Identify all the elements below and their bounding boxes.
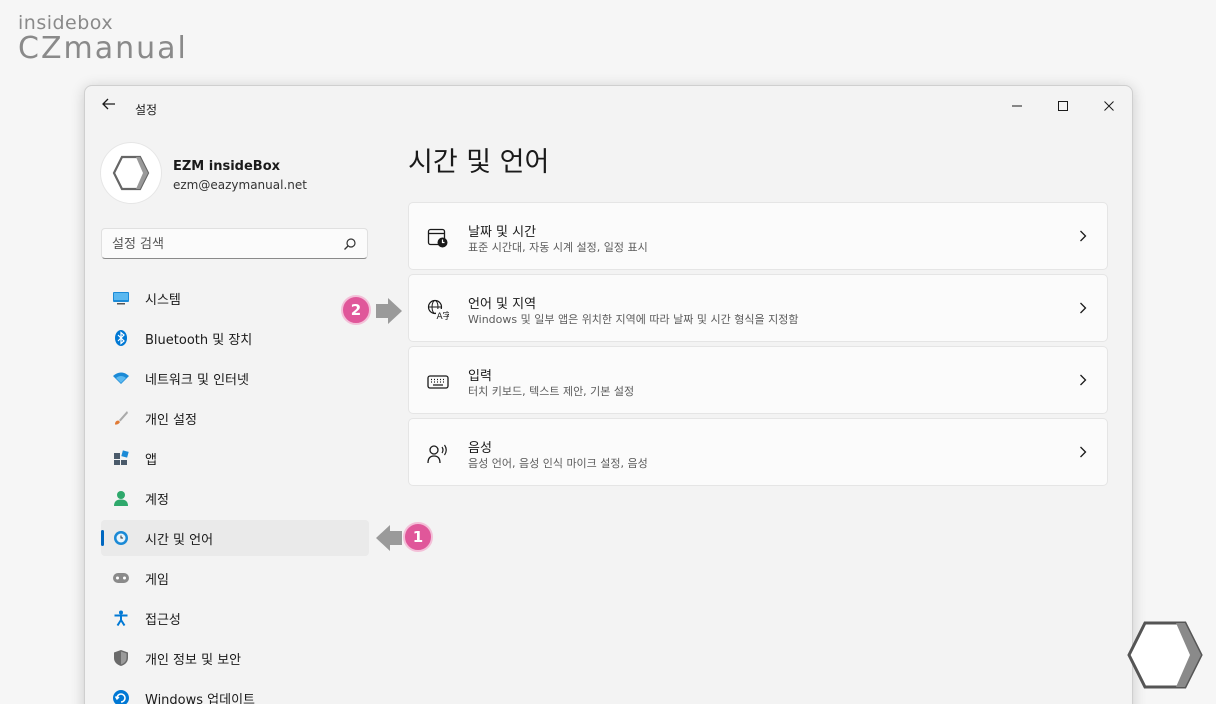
maximize-icon: [1058, 101, 1068, 111]
sidebar-item-accessibility[interactable]: 접근성: [101, 600, 369, 636]
card-title: 언어 및 지역: [468, 297, 537, 312]
wifi-icon: [113, 370, 129, 386]
card-date-time[interactable]: 날짜 및 시간 표준 시간대, 자동 시계 설정, 일정 표시: [408, 202, 1108, 270]
annotation-badge-2: 2: [341, 295, 371, 325]
calendar-clock-icon: [427, 228, 448, 248]
brand-logo: insidebox CZmanual: [18, 12, 188, 64]
sidebar-item-label: 개인 설정: [145, 412, 197, 428]
maximize-button[interactable]: [1040, 91, 1086, 121]
sidebar-item-time-language[interactable]: 시간 및 언어: [101, 520, 369, 556]
sidebar-item-windows-update[interactable]: Windows 업데이트: [101, 680, 369, 704]
card-title: 입력: [468, 369, 492, 384]
close-icon: [1104, 101, 1114, 111]
sidebar-item-apps[interactable]: 앱: [101, 440, 369, 476]
sidebar-item-gaming[interactable]: 게임: [101, 560, 369, 596]
shield-icon: [113, 650, 129, 666]
keyboard-icon: [427, 375, 449, 389]
annotation-arrow-right-icon: [376, 298, 402, 324]
card-typing[interactable]: 입력 터치 키보드, 텍스트 제안, 기본 설정: [408, 346, 1108, 414]
sidebar-item-bluetooth[interactable]: Bluetooth 및 장치: [101, 320, 369, 356]
page-title: 시간 및 언어: [408, 147, 550, 178]
card-language-region[interactable]: A字 언어 및 지역 Windows 및 일부 앱은 위치한 지역에 따라 날짜…: [408, 274, 1108, 342]
sidebar-item-label: 접근성: [145, 612, 181, 628]
accessibility-icon: [113, 610, 129, 626]
sidebar-item-label: Windows 업데이트: [145, 692, 256, 704]
sidebar-item-label: Bluetooth 및 장치: [145, 332, 253, 348]
language-icon: A字: [427, 299, 449, 321]
sidebar-item-label: 계정: [145, 492, 169, 508]
sidebar-item-label: 시스템: [145, 292, 181, 308]
update-icon: [113, 690, 129, 704]
sidebar-item-privacy[interactable]: 개인 정보 및 보안: [101, 640, 369, 676]
chevron-right-icon: [1080, 374, 1087, 386]
search-input[interactable]: [112, 234, 332, 254]
card-description: 음성 언어, 음성 인식 마이크 설정, 음성: [468, 457, 648, 470]
apps-icon: [113, 450, 129, 466]
annotation-badge-1: 1: [403, 522, 433, 552]
bluetooth-icon: [113, 330, 129, 346]
card-description: 터치 키보드, 텍스트 제안, 기본 설정: [468, 385, 635, 398]
sidebar-item-label: 게임: [145, 572, 169, 588]
card-title: 음성: [468, 441, 492, 456]
monitor-icon: [113, 290, 129, 306]
settings-window: 설정 EZM insideBox ezm@eazymanual.net 설정 검…: [84, 85, 1133, 704]
sidebar-item-label: 개인 정보 및 보안: [145, 652, 242, 668]
card-description: Windows 및 일부 앱은 위치한 지역에 따라 날짜 및 시간 형식을 지…: [468, 313, 799, 326]
sidebar-item-accounts[interactable]: 계정: [101, 480, 369, 516]
speech-icon: [427, 444, 447, 464]
annotation-arrow-left-icon: [376, 525, 402, 551]
minimize-button[interactable]: [994, 91, 1040, 121]
sidebar-item-network[interactable]: 네트워크 및 인터넷: [101, 360, 369, 396]
profile-name: EZM insideBox: [173, 159, 281, 174]
window-title: 설정: [135, 103, 158, 117]
title-bar: 설정: [85, 86, 1132, 120]
search-box[interactable]: [101, 228, 368, 259]
sidebar-item-system[interactable]: 시스템: [101, 280, 369, 316]
globe-clock-icon: [113, 530, 129, 546]
brand-main-text: CZmanual: [18, 31, 188, 66]
gamepad-icon: [113, 570, 129, 586]
svg-text:A字: A字: [437, 310, 450, 321]
chevron-right-icon: [1080, 446, 1087, 458]
account-icon: [113, 490, 129, 506]
back-arrow-icon[interactable]: [99, 94, 119, 114]
minimize-icon: [1012, 105, 1022, 107]
chevron-right-icon: [1080, 302, 1087, 314]
hexagon-logo-icon: [112, 155, 150, 191]
card-description: 표준 시간대, 자동 시계 설정, 일정 표시: [468, 241, 648, 254]
sidebar-nav: 시스템 Bluetooth 및 장치 네트워크 및 인터넷 개인 설정 앱 계정…: [101, 280, 369, 704]
brush-icon: [113, 410, 129, 426]
close-button[interactable]: [1086, 91, 1132, 121]
sidebar-item-personalization[interactable]: 개인 설정: [101, 400, 369, 436]
card-speech[interactable]: 음성 음성 언어, 음성 인식 마이크 설정, 음성: [408, 418, 1108, 486]
avatar[interactable]: [101, 143, 161, 203]
sidebar-item-label: 시간 및 언어: [145, 532, 214, 548]
card-title: 날짜 및 시간: [468, 225, 537, 240]
sidebar-item-label: 네트워크 및 인터넷: [145, 372, 249, 388]
profile-email: ezm@eazymanual.net: [173, 178, 307, 192]
sidebar-item-label: 앱: [145, 452, 157, 468]
chevron-right-icon: [1080, 230, 1087, 242]
hexagon-logo-icon: [1127, 621, 1203, 689]
search-icon[interactable]: [343, 237, 357, 251]
